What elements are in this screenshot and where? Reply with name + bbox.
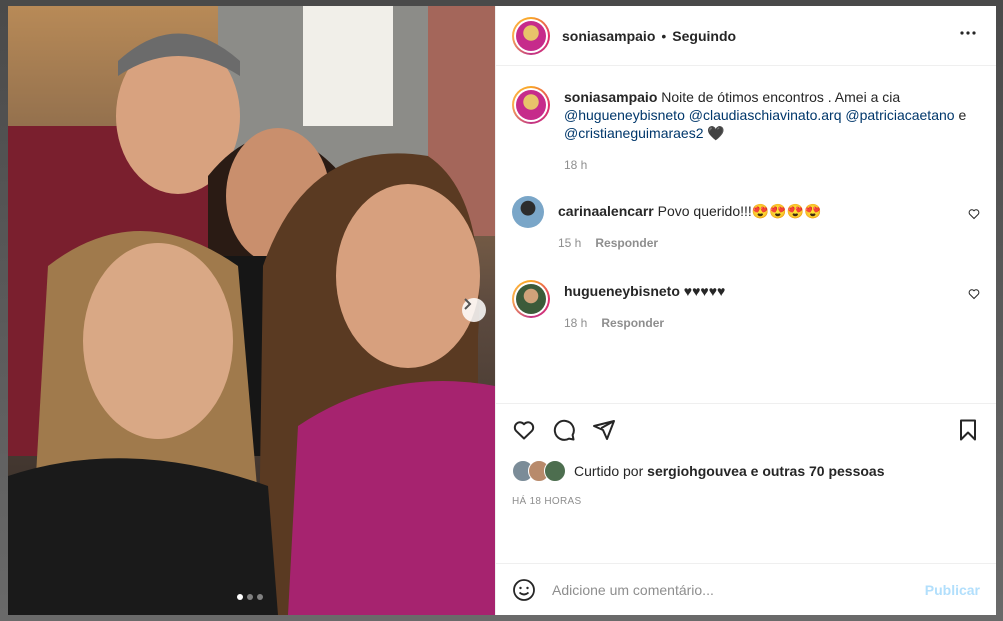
post-modal: soniasampaio • Seguindo soniasampaio Noi… bbox=[8, 6, 996, 615]
author-username[interactable]: soniasampaio bbox=[562, 28, 655, 44]
likers-avatars bbox=[512, 460, 566, 482]
carousel-dot bbox=[247, 594, 253, 600]
comment-username[interactable]: carinaalencarr bbox=[558, 203, 654, 219]
caption-time[interactable]: 18 h bbox=[564, 156, 587, 174]
header-separator: • bbox=[661, 27, 667, 44]
bookmark-icon[interactable] bbox=[956, 418, 980, 442]
likes-summary: Curtido por sergiohgouvea e outras 70 pe… bbox=[512, 460, 980, 482]
post-timestamp[interactable]: HÁ 18 HORAS bbox=[512, 496, 980, 507]
comment-input[interactable] bbox=[550, 580, 925, 599]
likes-username[interactable]: sergiohgouvea bbox=[647, 463, 747, 479]
comment-like-heart-icon[interactable] bbox=[968, 208, 980, 220]
follow-status-button[interactable]: Seguindo bbox=[672, 28, 736, 44]
caption-username[interactable]: soniasampaio bbox=[564, 89, 657, 105]
caption-text: Noite de ótimos encontros . Amei a cia bbox=[661, 89, 901, 105]
comment-like-heart-icon[interactable] bbox=[968, 288, 980, 300]
carousel-dots bbox=[237, 594, 263, 600]
liker-avatar bbox=[544, 460, 566, 482]
caption-avatar[interactable] bbox=[512, 86, 550, 124]
reply-button[interactable]: Responder bbox=[601, 314, 664, 332]
more-horizontal-icon[interactable] bbox=[956, 21, 980, 51]
commenter-avatar[interactable] bbox=[512, 196, 544, 228]
caption: soniasampaio Noite de ótimos encontros .… bbox=[512, 82, 980, 174]
post-actions: Curtido por sergiohgouvea e outras 70 pe… bbox=[496, 403, 996, 563]
post-header: soniasampaio • Seguindo bbox=[496, 6, 996, 66]
likes-prefix: Curtido por bbox=[574, 463, 644, 479]
commenter-avatar[interactable] bbox=[512, 280, 550, 318]
chevron-right-icon bbox=[464, 298, 472, 310]
emoji-smiley-icon[interactable] bbox=[512, 578, 536, 602]
share-paper-plane-icon[interactable] bbox=[592, 418, 616, 442]
mention-hugueneybisneto[interactable]: @huguenеybisneto bbox=[564, 107, 685, 123]
comment-bubble-icon[interactable] bbox=[552, 418, 576, 442]
post-photo bbox=[8, 6, 495, 615]
comment-username[interactable]: hugueneybisneto bbox=[564, 283, 680, 299]
carousel-dot-active bbox=[237, 594, 243, 600]
selfie-image bbox=[8, 6, 495, 615]
caption-conjunction: e bbox=[958, 107, 967, 123]
comment-text: ♥♥♥♥♥ bbox=[683, 283, 726, 299]
publish-button[interactable]: Publicar bbox=[925, 582, 980, 598]
comment-time[interactable]: 18 h bbox=[564, 314, 587, 332]
comment-text: Povo querido!!!😍😍😍😍 bbox=[657, 203, 822, 219]
add-comment-bar: Publicar bbox=[496, 563, 996, 615]
reply-button[interactable]: Responder bbox=[595, 234, 658, 252]
comments-list: soniasampaio Noite de ótimos encontros .… bbox=[496, 66, 996, 403]
mention-cristianeguimaraes2[interactable]: @cristianeguimaraes2 bbox=[564, 125, 704, 141]
author-avatar[interactable] bbox=[512, 16, 550, 55]
black-heart-emoji: 🖤 bbox=[707, 125, 725, 141]
mention-claudiaschiavinato[interactable]: @claudiaschiavinato.arq bbox=[689, 107, 842, 123]
post-side-panel: soniasampaio • Seguindo soniasampaio Noi… bbox=[495, 6, 996, 615]
like-heart-icon[interactable] bbox=[512, 418, 536, 442]
comment-item: hugueneybisneto ♥♥♥♥♥ 18 h Responder bbox=[512, 276, 980, 332]
likes-others[interactable]: e outras 70 pessoas bbox=[751, 463, 885, 479]
comment-time[interactable]: 15 h bbox=[558, 234, 581, 252]
carousel-next-button[interactable] bbox=[462, 298, 486, 322]
carousel-dot bbox=[257, 594, 263, 600]
mention-patriciacaetano[interactable]: @patriciacaetano bbox=[845, 107, 954, 123]
comment-item: carinaalencarr Povo querido!!!😍😍😍😍 15 h … bbox=[512, 196, 980, 252]
